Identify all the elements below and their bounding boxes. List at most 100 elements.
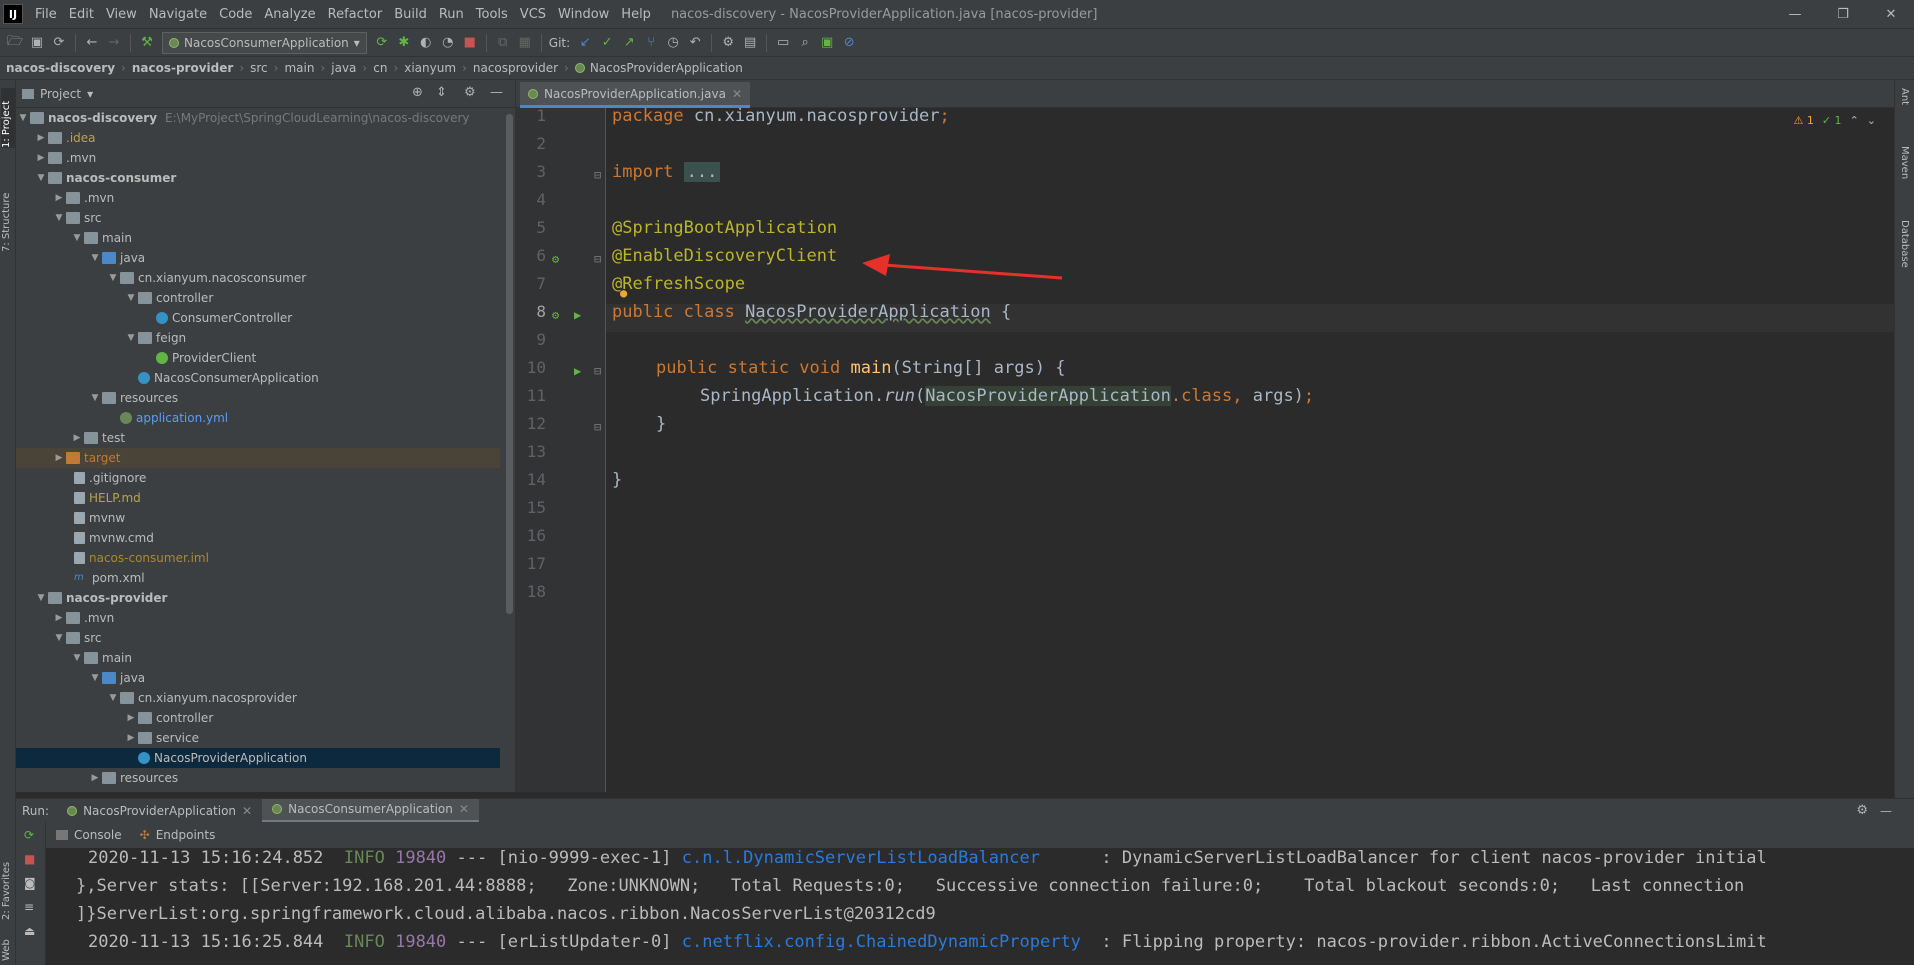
- fold-icon[interactable]: ⊟: [594, 420, 601, 434]
- collapse-arrow-icon[interactable]: ▶: [52, 613, 66, 623]
- breadcrumb-item[interactable]: xianyum: [404, 61, 456, 75]
- layout-icon[interactable]: ▦: [514, 32, 536, 54]
- expand-arrow-icon[interactable]: ▼: [34, 593, 48, 603]
- open-folder-icon[interactable]: 🗁: [4, 32, 26, 54]
- expand-arrow-icon[interactable]: ▼: [34, 173, 48, 183]
- exit-icon[interactable]: ⏏: [24, 924, 35, 938]
- tree-item-mvn[interactable]: ▶ .mvn: [16, 188, 500, 208]
- fold-icon[interactable]: ⊟: [594, 252, 601, 266]
- tree-item-package[interactable]: ▼ cn.xianyum.nacosprovider: [16, 688, 500, 708]
- tree-item-resources[interactable]: ▼ resources: [16, 388, 500, 408]
- git-merge-icon[interactable]: ⑂: [640, 32, 662, 54]
- menu-run[interactable]: Run: [433, 7, 470, 22]
- stop-icon[interactable]: ■: [459, 32, 481, 54]
- expand-arrow-icon[interactable]: ▼: [70, 233, 84, 243]
- expand-arrow-icon[interactable]: ▼: [88, 393, 102, 403]
- breadcrumb-item[interactable]: NacosProviderApplication: [590, 61, 743, 75]
- expand-arrow-icon[interactable]: ▼: [88, 253, 102, 263]
- history-icon[interactable]: ◷: [662, 32, 684, 54]
- chevron-down-icon[interactable]: ⌄: [1867, 114, 1876, 127]
- terminal-icon[interactable]: ▭: [772, 32, 794, 54]
- tree-item-main[interactable]: ▼ main: [16, 228, 500, 248]
- back-arrow-icon[interactable]: ←: [81, 32, 103, 54]
- tree-item-gitignore[interactable]: .gitignore: [16, 468, 500, 488]
- tree-item-mvn[interactable]: ▶ .mvn: [16, 148, 500, 168]
- breadcrumb-item[interactable]: main: [284, 61, 314, 75]
- tree-item-controller[interactable]: ▼ controller: [16, 288, 500, 308]
- close-icon[interactable]: ✕: [242, 804, 252, 818]
- menu-build[interactable]: Build: [388, 7, 433, 22]
- git-commit-icon[interactable]: ✓: [596, 32, 618, 54]
- log-logger[interactable]: c.n.l.DynamicServerListLoadBalancer: [682, 848, 1040, 868]
- sync-icon[interactable]: ⟳: [48, 32, 70, 54]
- tree-item-application-yml[interactable]: application.yml: [16, 408, 500, 428]
- tree-item-feign[interactable]: ▼ feign: [16, 328, 500, 348]
- save-all-icon[interactable]: ▣: [26, 32, 48, 54]
- menu-code[interactable]: Code: [213, 7, 258, 22]
- hide-panel-icon[interactable]: —: [490, 85, 503, 100]
- git-push-icon[interactable]: ↗: [618, 32, 640, 54]
- settings-wrench-icon[interactable]: ⚙: [717, 32, 739, 54]
- collapse-arrow-icon[interactable]: ▶: [124, 713, 138, 723]
- camera-icon[interactable]: ◙: [24, 876, 36, 890]
- expand-arrow-icon[interactable]: ▼: [106, 273, 120, 283]
- spring-bean-gutter-icon[interactable]: ⚙: [552, 252, 559, 266]
- tree-item-main[interactable]: ▼ main: [16, 648, 500, 668]
- breadcrumb-item[interactable]: cn: [373, 61, 387, 75]
- tree-item-java[interactable]: ▼ java: [16, 248, 500, 268]
- tree-item-src[interactable]: ▼ src: [16, 208, 500, 228]
- tree-item-help-md[interactable]: HELP.md: [16, 488, 500, 508]
- menu-analyze[interactable]: Analyze: [258, 7, 321, 22]
- tool-tab-structure[interactable]: 7: Structure: [1, 176, 15, 252]
- tree-item-target[interactable]: ▶ target: [16, 448, 500, 468]
- folded-imports[interactable]: ...: [683, 162, 721, 182]
- expand-arrow-icon[interactable]: ▼: [124, 333, 138, 343]
- expand-arrow-icon[interactable]: ▼: [106, 693, 120, 703]
- expand-arrow-icon[interactable]: ▼: [52, 633, 66, 643]
- tree-item-nacos-discovery[interactable]: ▼ nacos-discovery E:\MyProject\SpringCloud…: [16, 108, 500, 128]
- minimize-button[interactable]: —: [1772, 0, 1818, 28]
- rollback-icon[interactable]: ↶: [684, 32, 706, 54]
- inspection-widget[interactable]: ⚠ 1 ✓ 1 ⌃ ⌄: [1793, 114, 1876, 127]
- gear-icon[interactable]: ⚙: [1856, 803, 1868, 818]
- build-hammer-icon[interactable]: ⚒: [136, 32, 158, 54]
- menu-file[interactable]: File: [29, 7, 63, 22]
- tree-item-java[interactable]: ▼ java: [16, 668, 500, 688]
- chevron-up-icon[interactable]: ⌃: [1850, 114, 1859, 127]
- collapse-arrow-icon[interactable]: ▶: [124, 733, 138, 743]
- breadcrumb-item[interactable]: java: [331, 61, 356, 75]
- profile-icon[interactable]: ◔: [437, 32, 459, 54]
- menu-vcs[interactable]: VCS: [514, 7, 552, 22]
- project-panel-title[interactable]: Project: [40, 87, 81, 101]
- tree-item-nacos-consumer[interactable]: ▼ nacos-consumer: [16, 168, 500, 188]
- menu-view[interactable]: View: [100, 7, 143, 22]
- chevron-down-icon[interactable]: ▾: [87, 87, 93, 101]
- console-output[interactable]: 2020-11-13 15:16:24.852 INFO 19840 --- […: [46, 848, 1914, 965]
- collapse-arrow-icon[interactable]: ▶: [52, 453, 66, 463]
- fold-icon[interactable]: ⊟: [594, 364, 601, 378]
- wrap-icon[interactable]: ≡: [24, 900, 34, 914]
- attach-icon[interactable]: ⧉: [492, 32, 514, 54]
- menu-navigate[interactable]: Navigate: [143, 7, 213, 22]
- database-console-icon[interactable]: ▣: [816, 32, 838, 54]
- menu-tools[interactable]: Tools: [470, 7, 514, 22]
- tool-tab-ant[interactable]: Ant: [1899, 88, 1910, 105]
- tree-item-controller[interactable]: ▶ controller: [16, 708, 500, 728]
- endpoints-tab[interactable]: ✣ Endpoints: [140, 828, 216, 842]
- git-update-icon[interactable]: ↙: [574, 32, 596, 54]
- tree-item-consumer-controller[interactable]: ConsumerController: [16, 308, 500, 328]
- tree-item-mvnw-cmd[interactable]: mvnw.cmd: [16, 528, 500, 548]
- search-icon[interactable]: ⌕: [794, 32, 816, 54]
- debug-icon[interactable]: ✱: [393, 32, 415, 54]
- tool-tab-maven[interactable]: Maven: [1899, 146, 1910, 179]
- tree-item-package[interactable]: ▼ cn.xianyum.nacosconsumer: [16, 268, 500, 288]
- tree-item-pom-xml[interactable]: m pom.xml: [16, 568, 500, 588]
- log-logger[interactable]: c.netflix.config.ChainedDynamicProperty: [682, 932, 1081, 952]
- breadcrumb-item[interactable]: nacos-provider: [132, 61, 233, 75]
- tool-tab-favorites[interactable]: 2: Favorites: [1, 850, 15, 920]
- run-configuration-select[interactable]: NacosConsumerApplication ▾: [162, 31, 367, 54]
- tree-item-src[interactable]: ▼ src: [16, 628, 500, 648]
- breadcrumb-item[interactable]: nacosprovider: [473, 61, 558, 75]
- tree-item-service[interactable]: ▶ service: [16, 728, 500, 748]
- stop-icon[interactable]: ■: [24, 852, 35, 866]
